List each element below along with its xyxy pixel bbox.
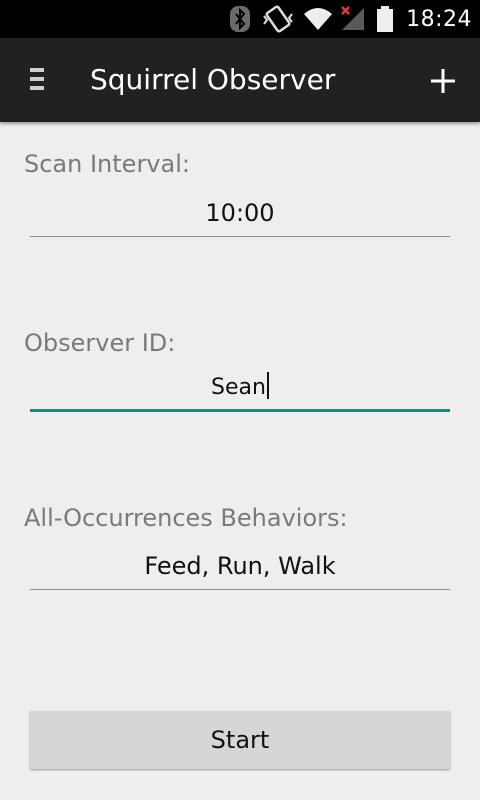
scan-interval-underline xyxy=(30,236,450,237)
add-button[interactable] xyxy=(422,60,464,102)
app-title: Squirrel Observer xyxy=(90,63,336,96)
scan-interval-value: 10:00 xyxy=(205,199,275,227)
observer-id-underline xyxy=(30,409,450,412)
start-button[interactable]: Start xyxy=(30,711,450,769)
bluetooth-icon xyxy=(230,6,251,32)
signal-no-service-icon xyxy=(341,6,365,30)
plus-icon xyxy=(431,69,455,93)
behaviors-underline xyxy=(30,589,450,590)
vibrate-icon xyxy=(263,5,293,33)
battery-icon xyxy=(377,6,394,32)
scan-interval-label: Scan Interval: xyxy=(24,150,190,178)
observer-id-value: Sean xyxy=(211,375,266,400)
behaviors-value: Feed, Run, Walk xyxy=(144,552,336,580)
behaviors-label: All-Occurrences Behaviors: xyxy=(24,504,348,532)
action-bar: Squirrel Observer xyxy=(0,38,480,122)
behaviors-field[interactable]: Feed, Run, Walk xyxy=(30,542,450,590)
wifi-icon xyxy=(304,8,333,30)
status-icons: 18:24 xyxy=(226,0,480,38)
status-time: 18:24 xyxy=(406,6,472,32)
observer-id-label: Observer ID: xyxy=(24,329,176,357)
observer-id-field[interactable]: Sean xyxy=(30,364,450,412)
scan-interval-field[interactable]: 10:00 xyxy=(30,189,450,237)
text-cursor xyxy=(266,372,269,399)
status-bar: 18:24 xyxy=(0,0,480,38)
menu-icon[interactable] xyxy=(30,68,46,92)
